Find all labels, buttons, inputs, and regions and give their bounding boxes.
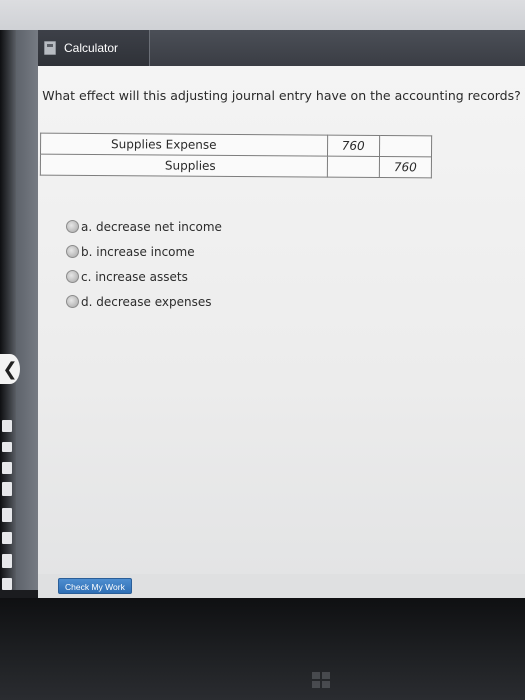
- option-label: b. increase income: [81, 244, 195, 259]
- answer-options: a. decrease net income b. increase incom…: [66, 214, 222, 314]
- account-cell: Supplies: [40, 154, 328, 178]
- check-my-work-button[interactable]: Check My Work: [58, 578, 132, 594]
- windows-logo-icon: [312, 672, 330, 688]
- table-row: Supplies 760: [40, 154, 432, 178]
- option-c[interactable]: c. increase assets: [66, 264, 222, 289]
- browser-top-strip: [0, 0, 525, 30]
- device-bezel-bottom: [0, 598, 525, 700]
- bezel-slot: [2, 462, 12, 474]
- back-arrow-icon[interactable]: ❮: [0, 354, 20, 384]
- question-text: What effect will this adjusting journal …: [42, 88, 521, 103]
- credit-cell: [379, 135, 432, 157]
- bezel-slot: [2, 482, 12, 496]
- option-b[interactable]: b. increase income: [66, 239, 222, 264]
- account-cell: Supplies Expense: [40, 133, 328, 157]
- calculator-icon: [44, 41, 56, 55]
- option-d[interactable]: d. decrease expenses: [66, 289, 222, 314]
- option-label: d. decrease expenses: [81, 294, 212, 309]
- table-row: Supplies Expense 760: [40, 133, 432, 157]
- option-label: a. decrease net income: [81, 219, 222, 234]
- question-panel: What effect will this adjusting journal …: [38, 66, 525, 598]
- journal-entry-table: Supplies Expense 760 Supplies 760: [39, 132, 433, 179]
- debit-cell: 760: [327, 135, 380, 157]
- calculator-label: Calculator: [64, 41, 119, 55]
- bezel-slot: [2, 420, 12, 432]
- bezel-slot: [2, 554, 12, 568]
- device-bezel-left: [0, 30, 16, 590]
- radio-button[interactable]: [66, 245, 79, 258]
- left-scroll-rail[interactable]: ▼: [16, 30, 44, 607]
- radio-button[interactable]: [66, 270, 79, 283]
- bezel-slot: [2, 532, 12, 544]
- option-label: c. increase assets: [81, 269, 188, 284]
- bezel-slot: [2, 442, 12, 452]
- bezel-slot: [2, 508, 12, 522]
- window-titlebar: Calculator: [38, 30, 525, 66]
- option-a[interactable]: a. decrease net income: [66, 214, 222, 239]
- credit-cell: 760: [379, 156, 432, 178]
- debit-cell: [326, 156, 380, 178]
- calculator-tab[interactable]: Calculator: [38, 30, 150, 66]
- radio-button[interactable]: [66, 295, 79, 308]
- radio-button[interactable]: [66, 220, 79, 233]
- action-bar: Check My Work: [38, 574, 525, 598]
- bezel-slot: [2, 578, 12, 590]
